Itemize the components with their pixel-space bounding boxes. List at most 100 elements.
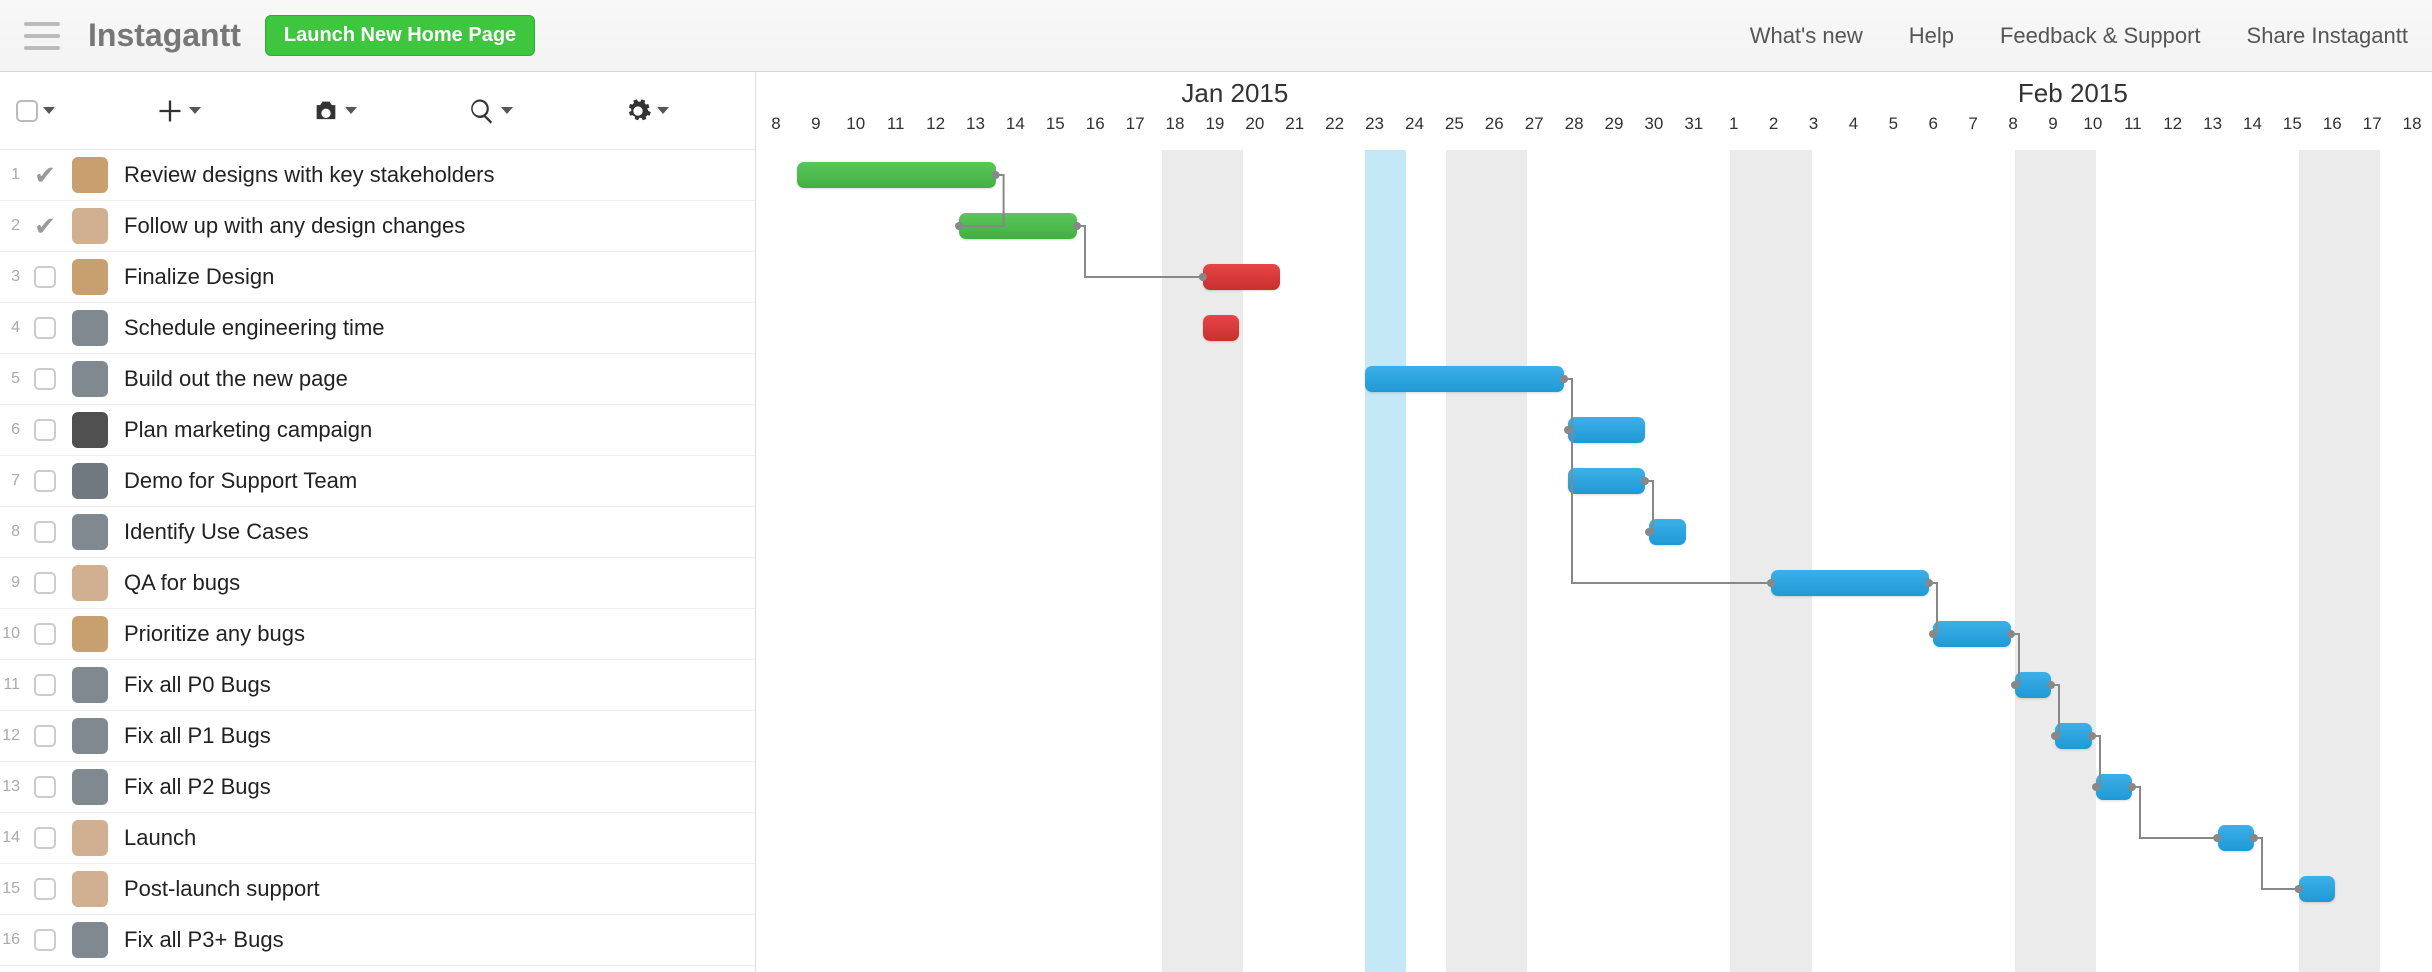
nav-feedback[interactable]: Feedback & Support bbox=[2000, 23, 2201, 49]
assignee-avatar[interactable] bbox=[72, 208, 108, 244]
nav-share[interactable]: Share Instagantt bbox=[2247, 23, 2408, 49]
task-check[interactable] bbox=[24, 623, 66, 645]
task-check[interactable] bbox=[24, 470, 66, 492]
nav-whats-new[interactable]: What's new bbox=[1750, 23, 1863, 49]
nav-help[interactable]: Help bbox=[1909, 23, 1954, 49]
add-button[interactable] bbox=[156, 97, 201, 125]
gantt-bar[interactable] bbox=[1203, 315, 1240, 341]
assignee-avatar[interactable] bbox=[72, 616, 108, 652]
assignee-avatar[interactable] bbox=[72, 157, 108, 193]
assignee-avatar[interactable] bbox=[72, 667, 108, 703]
task-row[interactable]: 9QA for bugs bbox=[0, 558, 755, 609]
task-name: Finalize Design bbox=[114, 264, 274, 290]
day-label: 11 bbox=[2113, 114, 2153, 150]
task-check[interactable]: ✔ bbox=[24, 211, 66, 242]
task-name: QA for bugs bbox=[114, 570, 240, 596]
day-label: 24 bbox=[1395, 114, 1435, 150]
project-tag[interactable]: Launch New Home Page bbox=[265, 15, 535, 56]
task-check[interactable] bbox=[24, 266, 66, 288]
gantt-bar[interactable] bbox=[1771, 570, 1929, 596]
brand-name: Instagantt bbox=[88, 17, 241, 54]
plus-icon bbox=[156, 97, 184, 125]
gantt-bar[interactable] bbox=[1568, 417, 1645, 443]
day-label: 30 bbox=[1634, 114, 1674, 150]
task-check[interactable] bbox=[24, 674, 66, 696]
gantt-bar[interactable] bbox=[959, 213, 1077, 239]
day-label: 4 bbox=[1833, 114, 1873, 150]
gantt-bar[interactable] bbox=[1649, 519, 1686, 545]
task-row[interactable]: 5Build out the new page bbox=[0, 354, 755, 405]
assignee-avatar[interactable] bbox=[72, 769, 108, 805]
assignee-avatar[interactable] bbox=[72, 718, 108, 754]
task-check[interactable] bbox=[24, 725, 66, 747]
gantt-bar[interactable] bbox=[2218, 825, 2255, 851]
day-label: 23 bbox=[1355, 114, 1395, 150]
task-row[interactable]: 11Fix all P0 Bugs bbox=[0, 660, 755, 711]
assignee-avatar[interactable] bbox=[72, 259, 108, 295]
day-label: 3 bbox=[1794, 114, 1834, 150]
assignee-avatar[interactable] bbox=[72, 361, 108, 397]
gantt-bar[interactable] bbox=[797, 162, 996, 188]
task-name: Follow up with any design changes bbox=[114, 213, 465, 239]
task-name: Fix all P2 Bugs bbox=[114, 774, 271, 800]
task-row[interactable]: 10Prioritize any bugs bbox=[0, 609, 755, 660]
task-panel: 1✔Review designs with key stakeholders2✔… bbox=[0, 72, 756, 972]
task-name: Prioritize any bugs bbox=[114, 621, 305, 647]
assignee-avatar[interactable] bbox=[72, 871, 108, 907]
gantt-bar[interactable] bbox=[2055, 723, 2092, 749]
timeline-header: Jan 2015Feb 2015 89101112131415161718192… bbox=[756, 72, 2432, 150]
task-name: Launch bbox=[114, 825, 196, 851]
task-row[interactable]: 7Demo for Support Team bbox=[0, 456, 755, 507]
row-number: 8 bbox=[0, 523, 24, 541]
task-check[interactable] bbox=[24, 419, 66, 441]
assignee-avatar[interactable] bbox=[72, 565, 108, 601]
gantt-bar[interactable] bbox=[2096, 774, 2133, 800]
task-name: Post-launch support bbox=[114, 876, 320, 902]
hamburger-icon[interactable] bbox=[24, 22, 60, 50]
day-label: 26 bbox=[1474, 114, 1514, 150]
task-row[interactable]: 2✔Follow up with any design changes bbox=[0, 201, 755, 252]
task-check[interactable] bbox=[24, 827, 66, 849]
settings-button[interactable] bbox=[624, 97, 669, 125]
day-label: 15 bbox=[1035, 114, 1075, 150]
task-row[interactable]: 16Fix all P3+ Bugs bbox=[0, 915, 755, 966]
select-all[interactable] bbox=[0, 100, 70, 122]
assignee-avatar[interactable] bbox=[72, 412, 108, 448]
snapshot-button[interactable] bbox=[312, 97, 357, 125]
day-label: 6 bbox=[1913, 114, 1953, 150]
assignee-avatar[interactable] bbox=[72, 514, 108, 550]
task-row[interactable]: 3Finalize Design bbox=[0, 252, 755, 303]
assignee-avatar[interactable] bbox=[72, 820, 108, 856]
task-check[interactable]: ✔ bbox=[24, 160, 66, 191]
gantt-bar[interactable] bbox=[2015, 672, 2052, 698]
task-check[interactable] bbox=[24, 929, 66, 951]
task-check[interactable] bbox=[24, 317, 66, 339]
task-check[interactable] bbox=[24, 368, 66, 390]
zoom-button[interactable] bbox=[468, 97, 513, 125]
gantt-bar[interactable] bbox=[1365, 366, 1564, 392]
task-name: Demo for Support Team bbox=[114, 468, 357, 494]
day-label: 12 bbox=[916, 114, 956, 150]
task-row[interactable]: 14Launch bbox=[0, 813, 755, 864]
task-check[interactable] bbox=[24, 776, 66, 798]
gantt-bar[interactable] bbox=[1568, 468, 1645, 494]
assignee-avatar[interactable] bbox=[72, 463, 108, 499]
task-row[interactable]: 4Schedule engineering time bbox=[0, 303, 755, 354]
task-row[interactable]: 6Plan marketing campaign bbox=[0, 405, 755, 456]
task-row[interactable]: 15Post-launch support bbox=[0, 864, 755, 915]
task-check[interactable] bbox=[24, 878, 66, 900]
task-row[interactable]: 12Fix all P1 Bugs bbox=[0, 711, 755, 762]
task-row[interactable]: 8Identify Use Cases bbox=[0, 507, 755, 558]
task-row[interactable]: 13Fix all P2 Bugs bbox=[0, 762, 755, 813]
day-label: 10 bbox=[2073, 114, 2113, 150]
assignee-avatar[interactable] bbox=[72, 310, 108, 346]
gantt-bar[interactable] bbox=[1933, 621, 2010, 647]
task-check[interactable] bbox=[24, 521, 66, 543]
gantt-bar[interactable] bbox=[1203, 264, 1280, 290]
day-label: 14 bbox=[995, 114, 1035, 150]
timeline-grid[interactable] bbox=[756, 150, 2432, 972]
assignee-avatar[interactable] bbox=[72, 922, 108, 958]
task-row[interactable]: 1✔Review designs with key stakeholders bbox=[0, 150, 755, 201]
task-check[interactable] bbox=[24, 572, 66, 594]
gantt-bar[interactable] bbox=[2299, 876, 2336, 902]
